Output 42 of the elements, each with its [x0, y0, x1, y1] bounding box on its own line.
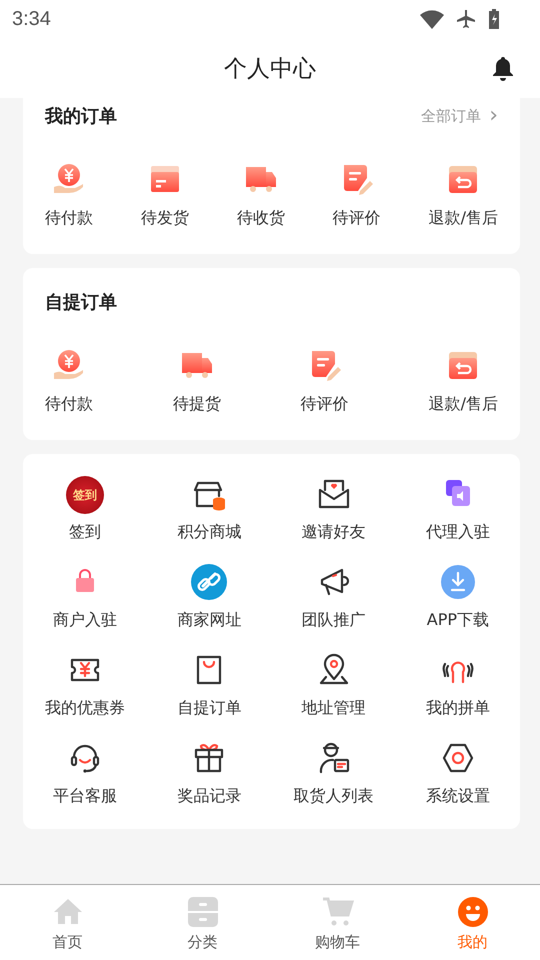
order-status-label[interactable]: 待评价 — [332, 208, 381, 228]
order-status-label[interactable]: 待付款 — [45, 394, 93, 414]
menu-item[interactable]: 签到 — [69, 522, 102, 542]
order-status-label[interactable]: 待付款 — [45, 208, 93, 228]
order-status-label[interactable]: 退款/售后 — [428, 208, 498, 228]
section-title: 我的订单 — [45, 105, 117, 128]
menu-item[interactable]: 我的优惠券 — [45, 698, 126, 718]
section-title: 自提订单 — [45, 291, 117, 314]
order-status-label[interactable]: 待提货 — [172, 394, 221, 414]
check-in-badge-icon: 签到 — [66, 476, 104, 514]
cart-icon — [322, 896, 354, 928]
menu-item[interactable]: 地址管理 — [302, 698, 366, 718]
tab-bar-item[interactable]: 分类 — [135, 885, 270, 960]
menu-item[interactable]: 奖品记录 — [177, 786, 242, 806]
menu-item[interactable]: 代理入驻 — [426, 522, 490, 542]
drawer-icon — [186, 896, 218, 928]
menu-item[interactable]: 平台客服 — [53, 786, 118, 806]
menu-item[interactable]: 商户入驻 — [53, 610, 118, 630]
order-status-label[interactable]: 待评价 — [300, 394, 349, 414]
menu-item[interactable]: 系统设置 — [426, 786, 490, 806]
bell-icon[interactable] — [491, 55, 515, 81]
order-status-label[interactable]: 待收货 — [236, 208, 285, 228]
order-status-label[interactable]: 退款/售后 — [428, 394, 498, 414]
airplane-icon — [456, 9, 476, 29]
link-icon — [191, 564, 228, 600]
page-title: 个人中心 — [224, 54, 316, 84]
menu-item[interactable]: 团队推广 — [302, 610, 366, 630]
smiley-icon — [456, 896, 488, 928]
tab-bar-item[interactable]: 购物车 — [270, 885, 405, 960]
menu-item[interactable]: 邀请好友 — [302, 522, 366, 542]
wifi-icon — [420, 9, 444, 29]
menu-item[interactable]: 积分商城 — [177, 522, 242, 542]
menu-item[interactable]: 取货人列表 — [294, 786, 374, 806]
download-icon — [440, 564, 476, 600]
order-status-label[interactable]: 待发货 — [140, 208, 189, 228]
battery-icon — [488, 9, 500, 29]
menu-item[interactable]: 我的拼单 — [426, 698, 490, 718]
menu-item[interactable]: 商家网址 — [177, 610, 242, 630]
tab-bar-item[interactable]: 首页 — [0, 885, 135, 960]
clock: 3:34 — [12, 8, 51, 30]
menu-item[interactable]: 自提订单 — [177, 698, 242, 718]
menu-item[interactable]: APP下载 — [426, 610, 489, 630]
